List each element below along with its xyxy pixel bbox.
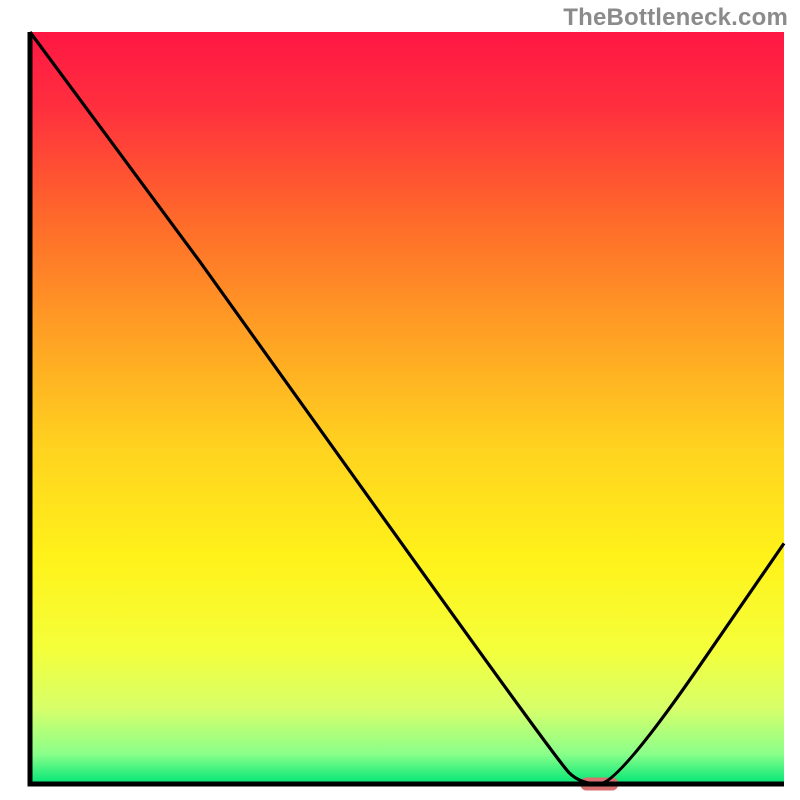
watermark-text: TheBottleneck.com xyxy=(563,4,788,32)
plot-background xyxy=(30,32,784,784)
bottleneck-chart xyxy=(0,0,800,800)
